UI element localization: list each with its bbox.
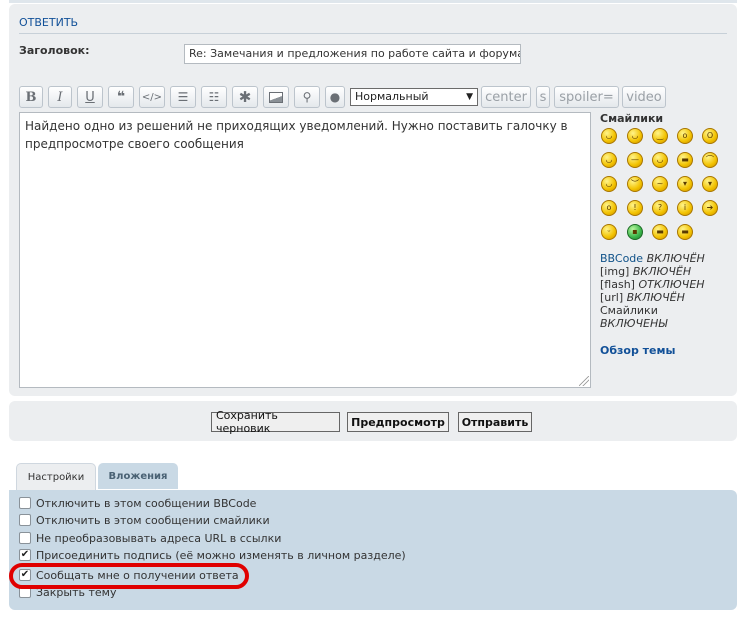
top-divider xyxy=(9,0,737,3)
tab-attachments[interactable]: Вложения xyxy=(98,463,178,489)
bbcode-status: ВКЛЮЧЁН xyxy=(646,252,705,265)
url-status: ВКЛЮЧЁН xyxy=(626,291,685,304)
option-label: Отключить в этом сообщении смайлики xyxy=(36,513,270,527)
preview-button[interactable]: Предпросмотр xyxy=(347,412,449,432)
font-size-select[interactable]: Нормальный ▼ xyxy=(350,88,478,106)
code-button[interactable]: </> xyxy=(139,86,165,108)
subject-input[interactable]: Re: Замечания и предложения по работе са… xyxy=(184,44,521,64)
save-draft-button[interactable]: Сохранить черновик xyxy=(211,409,340,435)
option-disable-smilies[interactable]: Отключить в этом сообщении смайлики xyxy=(19,512,270,528)
ordered-list-icon: ☷ xyxy=(208,90,220,104)
smiley-icon[interactable]: o xyxy=(601,200,617,216)
link-icon: ⚲ xyxy=(302,90,312,104)
list-icon: ☰ xyxy=(177,90,189,104)
option-label: Присоединить подпись (её можно изменять … xyxy=(36,548,406,562)
url-button[interactable]: ⚲ xyxy=(294,86,320,108)
smiley-icon[interactable]: ᵕ xyxy=(601,224,617,240)
tab-options[interactable]: Настройки xyxy=(16,463,96,491)
ordered-list-button[interactable]: ☷ xyxy=(201,86,227,108)
img-status: ВКЛЮЧЁН xyxy=(632,265,692,278)
submit-button[interactable]: Отправить xyxy=(458,412,532,432)
subject-label: Заголовок: xyxy=(19,44,90,57)
smiley-icon[interactable]: ▬ xyxy=(677,224,693,240)
chevron-down-icon: ▼ xyxy=(466,92,473,102)
smiley-icon[interactable]: ︶ xyxy=(627,176,643,192)
image-button[interactable] xyxy=(263,86,289,108)
checkbox[interactable] xyxy=(19,514,31,526)
resize-handle[interactable] xyxy=(579,376,589,386)
smiley-icon[interactable]: ▬ xyxy=(677,152,693,168)
center-tag-button[interactable]: center xyxy=(481,86,531,108)
option-label: Не преобразовывать адреса URL в ссылки xyxy=(36,531,282,545)
option-attach-signature[interactable]: ✔ Присоединить подпись (её можно изменят… xyxy=(19,547,406,563)
checkbox[interactable] xyxy=(19,497,31,509)
url-label: [url] xyxy=(600,291,624,304)
asterisk-icon: ✱ xyxy=(238,88,252,106)
smiley-icon[interactable]: ◡ xyxy=(601,176,617,192)
smilies-status: ВКЛЮЧЕНЫ xyxy=(600,317,668,330)
list-item-button[interactable]: ✱ xyxy=(232,86,258,108)
smiley-icon[interactable]: ▬ xyxy=(652,224,668,240)
flash-status: ОТКЛЮЧЕН xyxy=(638,278,705,291)
code-icon: </> xyxy=(141,91,163,103)
video-tag-button[interactable]: video xyxy=(622,86,666,108)
message-text: Найдено одно из решений не приходящих ув… xyxy=(25,119,568,151)
checkbox[interactable] xyxy=(19,532,31,544)
bbcode-link[interactable]: BBCode xyxy=(600,252,643,265)
underline-button[interactable]: U xyxy=(77,86,103,108)
color-drop-icon: ● xyxy=(329,90,341,104)
smiley-icon[interactable]: i xyxy=(677,200,693,216)
option-disable-magic-url[interactable]: Не преобразовывать адреса URL в ссылки xyxy=(19,530,281,546)
smilies-title: Смайлики xyxy=(600,112,664,125)
smiley-icon[interactable]: o xyxy=(677,128,693,144)
smiley-icon[interactable]: ‿ xyxy=(652,128,668,144)
option-label: Отключить в этом сообщении BBCode xyxy=(36,496,257,510)
posting-status: BBCode ВКЛЮЧЁН [img] ВКЛЮЧЁН [flash] ОТК… xyxy=(600,252,705,330)
smiley-icon[interactable]: ◡ xyxy=(601,128,617,144)
quote-icon: ❝ xyxy=(116,89,126,105)
smiley-icon[interactable]: ◡ xyxy=(627,128,643,144)
spoiler-tag-button[interactable]: spoiler= xyxy=(554,86,619,108)
smiley-icon[interactable]: ⌒ xyxy=(702,152,718,168)
smiley-icon[interactable]: ? xyxy=(652,200,668,216)
smiley-icon[interactable]: O xyxy=(702,128,718,144)
img-label: [img] xyxy=(600,265,630,278)
option-disable-bbcode[interactable]: Отключить в этом сообщении BBCode xyxy=(19,495,256,511)
smilies-label: Смайлики xyxy=(600,304,658,317)
smiley-icon[interactable]: ▾ xyxy=(677,176,693,192)
topic-review-link[interactable]: Обзор темы xyxy=(600,344,675,357)
smiley-icon[interactable]: ▾ xyxy=(702,176,718,192)
font-size-value: Нормальный xyxy=(355,90,429,103)
checkbox-checked[interactable]: ✔ xyxy=(19,549,31,561)
highlight-annotation xyxy=(9,563,249,589)
smiley-icon[interactable]: ▪ xyxy=(627,224,643,240)
flash-label: [flash] xyxy=(600,278,635,291)
editor-sidebar: Смайлики ◡ ◡ ‿ o O ◡ — ◡ ▬ ⌒ ◡ ︶ ~ ▾ ▾ o… xyxy=(600,112,730,357)
smiley-icon[interactable]: ~ xyxy=(652,176,668,192)
smiley-icon[interactable]: ◡ xyxy=(652,152,668,168)
color-button[interactable]: ● xyxy=(325,86,345,108)
strike-tag-button[interactable]: s xyxy=(536,86,550,108)
smiley-icon[interactable]: — xyxy=(627,152,643,168)
bold-button[interactable]: B xyxy=(19,86,43,108)
smiley-icon[interactable]: ➔ xyxy=(702,200,718,216)
smiley-icon[interactable]: ◡ xyxy=(601,152,617,168)
message-textarea[interactable]: Найдено одно из решений не приходящих ув… xyxy=(19,112,591,388)
smiley-icon[interactable]: ! xyxy=(627,200,643,216)
image-icon xyxy=(269,91,283,103)
section-title: ОТВЕТИТЬ xyxy=(19,16,727,34)
italic-button[interactable]: I xyxy=(48,86,72,108)
quote-button[interactable]: ❝ xyxy=(108,86,134,108)
list-button[interactable]: ☰ xyxy=(170,86,196,108)
